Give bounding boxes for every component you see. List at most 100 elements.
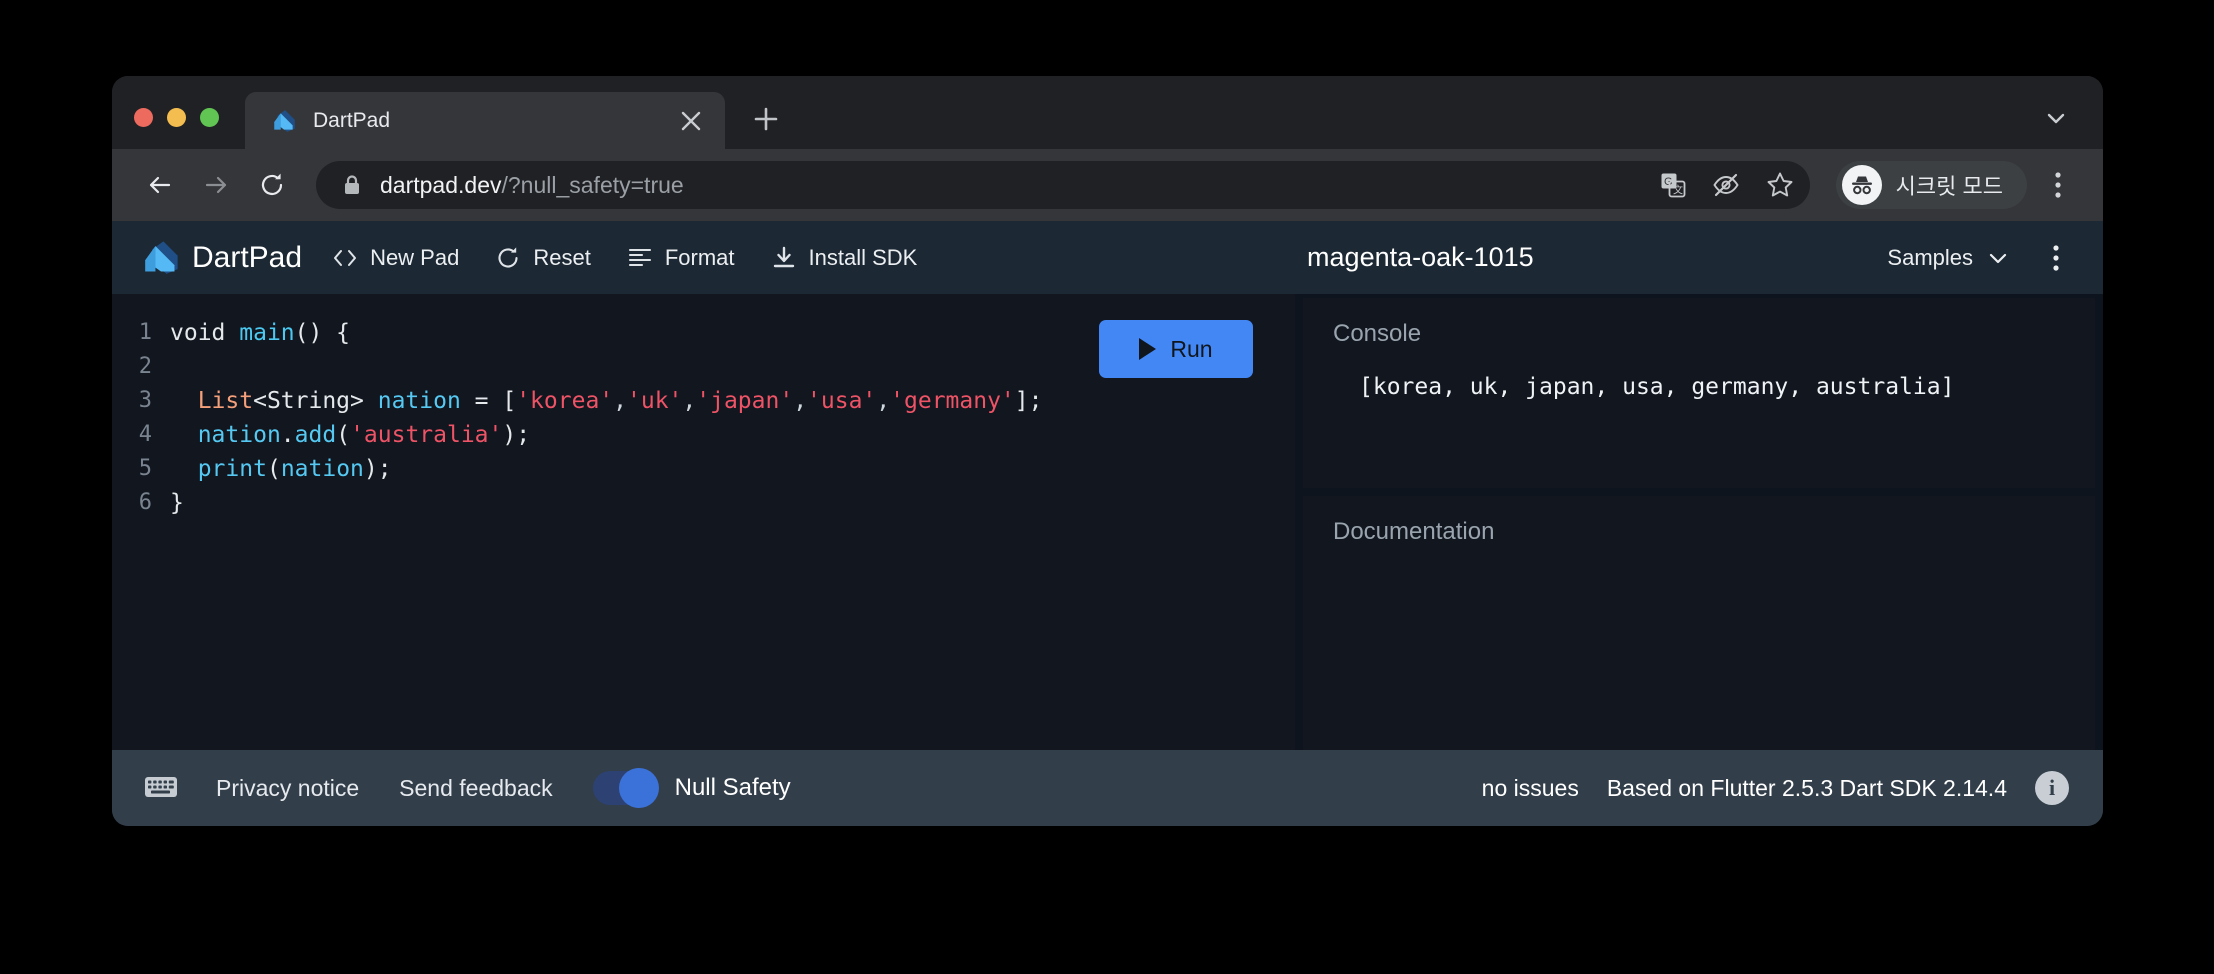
code-token: <String> xyxy=(253,388,378,414)
code-token: ); xyxy=(363,456,392,482)
run-button[interactable]: Run xyxy=(1099,320,1253,378)
browser-tab-dartpad[interactable]: DartPad xyxy=(245,92,725,149)
lock-icon xyxy=(342,174,362,196)
info-icon[interactable]: i xyxy=(2035,771,2069,805)
code-token: ( xyxy=(336,422,351,448)
page-title: magenta-oak-1015 xyxy=(1307,242,1534,272)
incognito-label: 시크릿 모드 xyxy=(1895,174,2003,199)
console-title: Console xyxy=(1333,320,1422,347)
star-icon[interactable] xyxy=(1766,171,1794,199)
svg-text:文: 文 xyxy=(1673,184,1683,197)
code-brackets-icon xyxy=(332,245,358,271)
issues-status: no issues xyxy=(1481,774,1579,801)
arrow-left-icon[interactable] xyxy=(134,159,186,211)
download-icon xyxy=(771,245,797,271)
samples-label: Samples xyxy=(1887,244,1973,270)
dart-logo-icon xyxy=(274,109,295,132)
reload-icon[interactable] xyxy=(246,159,298,211)
tab-list-chevron-down-icon[interactable] xyxy=(2039,101,2073,135)
close-icon[interactable] xyxy=(677,107,705,135)
minimize-window-button[interactable] xyxy=(167,108,186,127)
code-token: add xyxy=(294,422,337,448)
new-tab-button[interactable] xyxy=(743,96,789,142)
code-token: print xyxy=(197,456,267,482)
play-icon xyxy=(1139,338,1157,360)
run-label: Run xyxy=(1170,335,1213,362)
code-line-text: } xyxy=(170,486,184,520)
code-token: , xyxy=(613,388,627,414)
reset-button[interactable]: Reset xyxy=(495,245,591,271)
incognito-indicator[interactable]: 시크릿 모드 xyxy=(1835,161,2027,209)
code-token: main xyxy=(239,320,295,346)
code-token: ]; xyxy=(1014,388,1043,414)
documentation-panel: Documentation xyxy=(1303,496,2095,750)
eye-off-icon[interactable] xyxy=(1712,171,1740,199)
dartpad-app: DartPad New Pad Reset Format Install SDK… xyxy=(112,221,2103,826)
format-button[interactable]: Format xyxy=(627,245,735,271)
close-window-button[interactable] xyxy=(134,108,153,127)
code-token: nation xyxy=(280,456,364,482)
dartpad-overflow-menu-button[interactable] xyxy=(2043,243,2069,273)
privacy-notice-link[interactable]: Privacy notice xyxy=(216,775,359,802)
documentation-title: Documentation xyxy=(1333,518,1495,545)
sdk-version-label: Based on Flutter 2.5.3 Dart SDK 2.14.4 xyxy=(1606,774,2007,801)
line-number: 6 xyxy=(138,490,152,515)
null-safety-toggle[interactable] xyxy=(592,768,659,808)
code-token: 'korea' xyxy=(516,388,614,414)
browser-menu-button[interactable] xyxy=(2035,159,2081,211)
code-line[interactable]: 6} xyxy=(112,486,1295,520)
null-safety-label: Null Safety xyxy=(674,774,791,801)
browser-tabstrip: DartPad xyxy=(112,76,2103,149)
maximize-window-button[interactable] xyxy=(200,108,219,127)
keyboard-icon[interactable] xyxy=(144,774,178,802)
line-number: 3 xyxy=(138,388,152,413)
translate-icon[interactable]: G 文 xyxy=(1660,172,1686,198)
console-panel: Console [korea, uk, japan, usa, germany,… xyxy=(1303,298,2095,488)
samples-dropdown[interactable]: Samples xyxy=(1887,245,2009,271)
chevron-down-icon xyxy=(1987,247,2009,269)
line-number: 4 xyxy=(138,422,152,447)
code-token: nation xyxy=(377,388,461,414)
format-label: Format xyxy=(664,244,735,270)
dart-logo-icon xyxy=(145,240,178,274)
send-feedback-link[interactable]: Send feedback xyxy=(399,775,552,802)
window-controls xyxy=(134,108,245,149)
install-sdk-label: Install SDK xyxy=(808,244,918,270)
install-sdk-button[interactable]: Install SDK xyxy=(771,244,918,271)
code-token: 'germany' xyxy=(890,388,1015,414)
address-bar[interactable]: dartpad.dev/?null_safety=true G 文 xyxy=(316,161,1810,209)
new-pad-button[interactable]: New Pad xyxy=(332,245,459,271)
code-line-text: void main() { xyxy=(170,316,350,350)
line-number: 2 xyxy=(138,354,152,379)
format-lines-icon xyxy=(627,245,653,271)
toggle-knob xyxy=(618,768,659,808)
address-bar-text: dartpad.dev/?null_safety=true xyxy=(380,172,1640,199)
code-line[interactable]: 3 List<String> nation = ['korea','uk','j… xyxy=(112,384,1295,418)
dartpad-status-bar: Privacy notice Send feedback Null Safety… xyxy=(112,750,2103,826)
code-token: 'uk' xyxy=(627,388,683,414)
code-token: ); xyxy=(502,422,531,448)
browser-toolbar: dartpad.dev/?null_safety=true G 文 시크릿 모드 xyxy=(112,149,2103,221)
new-pad-label: New Pad xyxy=(370,244,460,270)
code-line[interactable]: 5 print(nation); xyxy=(112,452,1295,486)
code-token: . xyxy=(280,422,295,448)
code-editor[interactable]: 1 void main() {2 3 List<String> nation = [… xyxy=(112,294,1295,750)
code-line[interactable]: 4 nation.add('australia'); xyxy=(112,418,1295,452)
code-token: ( xyxy=(266,456,281,482)
code-token: , xyxy=(876,388,891,414)
address-host: dartpad.dev xyxy=(380,171,502,198)
code-token: 'australia' xyxy=(350,422,503,448)
tab-title: DartPad xyxy=(313,108,391,132)
code-token: , xyxy=(793,388,808,414)
screen: DartPad dartpad.dev/?null_safety=true G … xyxy=(0,0,2214,974)
address-bar-actions: G 文 xyxy=(1640,171,1794,199)
code-token: = [ xyxy=(460,388,517,414)
dartpad-main: 1 void main() {2 3 List<String> nation = [… xyxy=(112,294,2103,750)
code-token: 'usa' xyxy=(807,388,877,414)
code-token: void xyxy=(170,320,226,346)
dartpad-toolbar: DartPad New Pad Reset Format Install SDK… xyxy=(112,221,2103,294)
